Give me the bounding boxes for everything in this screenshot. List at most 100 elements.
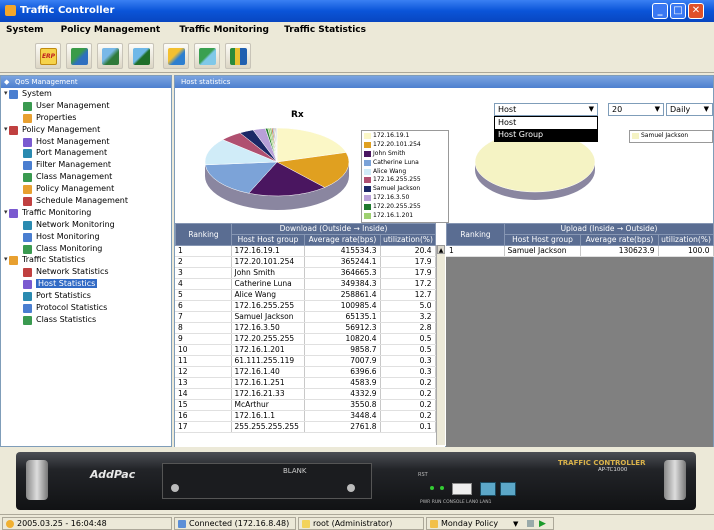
chevron-down-icon: ▼ bbox=[703, 105, 709, 113]
download-scrollbar[interactable]: ▲ bbox=[436, 245, 445, 445]
table-row[interactable]: 5 Alice Wang 258861.4 12.7 bbox=[175, 289, 436, 301]
tree-item[interactable]: Network Statistics bbox=[1, 266, 171, 278]
host-cell: 172.16.19.1 bbox=[231, 246, 305, 257]
expand-toggle-icon[interactable]: ▾ bbox=[4, 88, 8, 100]
menu-traffic-monitoring[interactable]: Traffic Monitoring bbox=[173, 22, 275, 35]
monitor-icon bbox=[9, 208, 18, 218]
rank-cell: 16 bbox=[175, 410, 232, 422]
user-text: root (Administrator) bbox=[313, 519, 393, 528]
tree-item[interactable]: ▾ Policy Management bbox=[1, 124, 171, 136]
host-type-select[interactable]: Host ▼ bbox=[494, 103, 598, 116]
dropdown-option-host-group[interactable]: Host Group bbox=[495, 129, 597, 141]
rank-cell: 11 bbox=[175, 355, 232, 367]
table-row[interactable]: 11 61.111.255.119 7007.9 0.3 bbox=[175, 355, 436, 367]
close-button[interactable]: ✕ bbox=[688, 3, 704, 19]
tree-item-label: Host Monitoring bbox=[36, 231, 100, 241]
table-row[interactable]: 1 Samuel Jackson 130623.9 100.0 bbox=[446, 246, 714, 257]
legend-swatch bbox=[364, 186, 371, 193]
rank-cell: 2 bbox=[175, 256, 232, 268]
search-button[interactable] bbox=[163, 43, 189, 69]
tree-item[interactable]: Host Monitoring bbox=[1, 231, 171, 243]
right-panel: Host statistics Rx 172.16.19.1 172.20.101… bbox=[174, 75, 714, 447]
tree-item[interactable]: Network Monitoring bbox=[1, 219, 171, 231]
table-row[interactable]: 16 172.16.1.1 3448.4 0.2 bbox=[175, 410, 436, 422]
util-cell: 3.2 bbox=[380, 311, 436, 323]
connection-text: Connected (172.16.8.48) bbox=[189, 519, 290, 528]
table-row[interactable]: 2 172.20.101.254 365244.1 17.9 bbox=[175, 256, 436, 268]
tree-item[interactable]: ▾ Traffic Statistics bbox=[1, 254, 171, 266]
policy-select[interactable]: Monday Policy ▼ ▶ bbox=[426, 517, 554, 530]
table-row[interactable]: 4 Catherine Luna 349384.3 17.2 bbox=[175, 278, 436, 290]
chart-button[interactable] bbox=[225, 43, 251, 69]
expand-toggle-icon[interactable]: ▾ bbox=[4, 254, 8, 266]
minimize-button[interactable]: _ bbox=[652, 3, 668, 19]
legend-label: Samuel Jackson bbox=[641, 132, 689, 139]
blank-label: BLANK bbox=[283, 467, 307, 475]
statistics-button[interactable] bbox=[194, 43, 220, 69]
table-row[interactable]: 14 172.16.21.33 4332.9 0.2 bbox=[175, 388, 436, 400]
legend-item: John Smith bbox=[364, 150, 446, 159]
menu-system[interactable]: System bbox=[0, 22, 50, 35]
expand-toggle-icon[interactable]: ▾ bbox=[4, 207, 8, 219]
play-icon[interactable]: ▶ bbox=[539, 518, 546, 530]
table-row[interactable]: 9 172.20.255.255 10820.4 0.5 bbox=[175, 333, 436, 345]
table-row[interactable]: 3 John Smith 364665.3 17.9 bbox=[175, 267, 436, 279]
legend-swatch bbox=[364, 204, 371, 211]
table-row[interactable]: 12 172.16.1.40 6396.6 0.3 bbox=[175, 366, 436, 378]
monitor-button[interactable] bbox=[97, 43, 123, 69]
table-row[interactable]: 17 255.255.255.255 2761.8 0.1 bbox=[175, 421, 436, 433]
tree-item[interactable]: User Management bbox=[1, 100, 171, 112]
erp-button[interactable]: ERP bbox=[35, 43, 61, 69]
scroll-up-icon[interactable]: ▲ bbox=[437, 245, 445, 254]
upload-header: Ranking Upload (Inside → Outside) Host H… bbox=[446, 223, 714, 246]
tree-item[interactable]: Schedule Management bbox=[1, 195, 171, 207]
util-cell: 17.9 bbox=[380, 267, 436, 279]
table-row[interactable]: 1 172.16.19.1 415534.3 20.4 bbox=[175, 246, 436, 257]
rank-cell: 5 bbox=[175, 289, 232, 301]
tree-item[interactable]: ▾ System bbox=[1, 88, 171, 100]
rank-cell: 6 bbox=[175, 300, 232, 312]
lan0-port-icon bbox=[480, 482, 496, 496]
tree-item[interactable]: Port Statistics bbox=[1, 290, 171, 302]
tree-item-label: Host Management bbox=[36, 136, 110, 146]
system-icon bbox=[9, 90, 18, 99]
network-stat-icon bbox=[23, 268, 32, 278]
count-select[interactable]: 20 ▼ bbox=[608, 103, 664, 116]
tree-item[interactable]: Filter Management bbox=[1, 159, 171, 171]
table-row[interactable]: 15 McArthur 3550.8 0.2 bbox=[175, 399, 436, 411]
table-row[interactable]: 7 Samuel Jackson 65135.1 3.2 bbox=[175, 311, 436, 323]
tree-item[interactable]: Class Statistics bbox=[1, 314, 171, 326]
tree-item-label: Traffic Monitoring bbox=[22, 207, 92, 217]
table-row[interactable]: 6 172.16.255.255 100985.4 5.0 bbox=[175, 300, 436, 312]
search-host-button[interactable] bbox=[128, 43, 154, 69]
table-row[interactable]: 13 172.16.1.251 4583.9 0.2 bbox=[175, 377, 436, 389]
users-button[interactable] bbox=[66, 43, 92, 69]
menu-policy-management[interactable]: Policy Management bbox=[55, 22, 167, 35]
menu-traffic-statistics[interactable]: Traffic Statistics bbox=[278, 22, 372, 35]
tx-legend: Samuel Jackson bbox=[629, 130, 713, 143]
table-row[interactable]: 8 172.16.3.50 56912.3 2.8 bbox=[175, 322, 436, 334]
tree-item[interactable]: Host Management bbox=[1, 136, 171, 148]
tree-item[interactable]: Protocol Statistics bbox=[1, 302, 171, 314]
maximize-button[interactable]: □ bbox=[670, 3, 686, 19]
tree-item[interactable]: Properties bbox=[1, 112, 171, 124]
table-row[interactable]: 10 172.16.1.201 9858.7 0.5 bbox=[175, 344, 436, 356]
period-select[interactable]: Daily ▼ bbox=[666, 103, 713, 116]
expand-toggle-icon[interactable]: ▾ bbox=[4, 124, 8, 136]
tree-item[interactable]: Host Statistics bbox=[1, 278, 171, 290]
host-type-value: Host bbox=[498, 105, 517, 114]
dropdown-option-host[interactable]: Host bbox=[495, 117, 597, 129]
legend-swatch bbox=[364, 159, 371, 166]
status-user: root (Administrator) bbox=[298, 517, 424, 530]
stop-icon[interactable] bbox=[527, 520, 534, 527]
tree-item[interactable]: Policy Management bbox=[1, 183, 171, 195]
tree-item[interactable]: Port Management bbox=[1, 147, 171, 159]
host-cell: McArthur bbox=[231, 399, 305, 411]
tree-item-label: Class Monitoring bbox=[36, 243, 103, 253]
tree-item[interactable]: Class Management bbox=[1, 171, 171, 183]
host-cell: Alice Wang bbox=[231, 289, 305, 301]
tree-item[interactable]: Class Monitoring bbox=[1, 243, 171, 255]
tree-item[interactable]: ▾ Traffic Monitoring bbox=[1, 207, 171, 219]
rate-cell: 3550.8 bbox=[304, 399, 381, 411]
blank-slot: BLANK bbox=[162, 463, 372, 499]
